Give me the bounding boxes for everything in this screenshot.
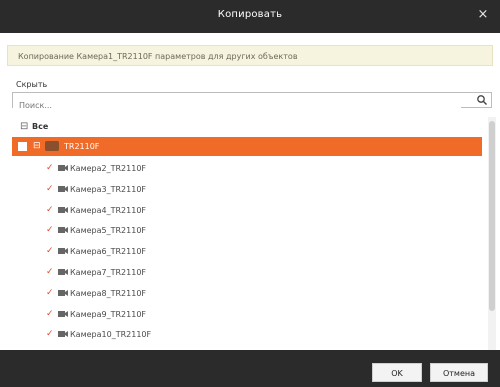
- scrollbar-thumb[interactable]: [489, 121, 495, 311]
- search-icon[interactable]: [476, 94, 488, 106]
- collapse-icon[interactable]: ⊟: [20, 117, 28, 136]
- camera-icon: [58, 331, 68, 338]
- search-input[interactable]: [13, 97, 461, 114]
- camera-checkbox[interactable]: ✓: [46, 268, 55, 277]
- camera-icon: [58, 206, 68, 213]
- camera-list-item[interactable]: ✓ Камера9_TR2110F: [12, 305, 482, 324]
- camera-list-item[interactable]: ✓ Камера4_TR2110F: [12, 201, 482, 220]
- camera-icon: [58, 289, 68, 296]
- camera-label: Камера8_TR2110F: [70, 288, 147, 298]
- camera-icon: [58, 185, 68, 192]
- camera-checkbox[interactable]: ✓: [46, 247, 55, 256]
- camera-checkbox[interactable]: ✓: [46, 330, 55, 339]
- camera-label: Камера3_TR2110F: [70, 184, 147, 194]
- camera-checkbox[interactable]: ✓: [46, 288, 55, 298]
- collapse-icon[interactable]: ⊟: [33, 137, 41, 156]
- tree-root-all[interactable]: ⊟ Все: [12, 117, 482, 136]
- camera-icon: [58, 310, 68, 317]
- close-icon[interactable]: ×: [474, 6, 492, 24]
- search-label: Скрыть: [16, 80, 48, 89]
- dialog-footer: OK Отмена: [0, 350, 500, 387]
- device-checkbox[interactable]: [18, 142, 27, 151]
- camera-checkbox[interactable]: ✓: [46, 184, 55, 194]
- dialog-title: Копировать: [217, 9, 283, 20]
- tree-scrollbar[interactable]: [488, 117, 496, 350]
- camera-list-item[interactable]: ✓ Камера6_TR2110F: [12, 242, 482, 261]
- camera-list-item[interactable]: ✓ Камера3_TR2110F: [12, 180, 482, 199]
- camera-icon: [58, 165, 68, 171]
- camera-icon: [58, 227, 68, 234]
- camera-checkbox[interactable]: ✓: [46, 205, 55, 215]
- tree-root-label: Все: [32, 122, 49, 131]
- camera-list-item[interactable]: ✓ Камера10_TR2110F: [12, 325, 482, 344]
- camera-label: Камера5_TR2110F: [70, 226, 147, 236]
- camera-label: Камера10_TR2110F: [70, 330, 152, 340]
- camera-icon: [58, 248, 68, 255]
- camera-list-item[interactable]: ✓ Камера7_TR2110F: [12, 263, 482, 282]
- camera-checkbox[interactable]: ✓: [46, 226, 55, 235]
- camera-checkbox[interactable]: ✓: [46, 164, 55, 173]
- camera-checkbox[interactable]: ✓: [46, 309, 55, 319]
- camera-list-item[interactable]: ✓ Камера8_TR2110F: [12, 284, 482, 303]
- camera-label: Камера7_TR2110F: [70, 268, 147, 277]
- camera-icon: [58, 269, 68, 275]
- device-icon: [45, 141, 59, 151]
- tree-device-row[interactable]: ⊟ TR2110F: [12, 137, 482, 156]
- search-box: [12, 92, 492, 114]
- camera-label: Камера6_TR2110F: [70, 247, 147, 257]
- camera-label: Камера4_TR2110F: [70, 205, 147, 215]
- cancel-button[interactable]: Отмена: [430, 363, 488, 382]
- dialog-titlebar: Копировать ×: [0, 0, 500, 33]
- camera-list-item[interactable]: ✓ Камера5_TR2110F: [12, 221, 482, 240]
- camera-label: Камера9_TR2110F: [70, 309, 147, 319]
- device-tree: ⊟ Все ⊟ TR2110F ✓ Камера2_TR2110F ✓ Камера3…: [12, 117, 488, 350]
- camera-list-item[interactable]: ✓ Камера2_TR2110F: [12, 159, 482, 178]
- ok-button[interactable]: OK: [372, 363, 422, 382]
- camera-label: Камера2_TR2110F: [70, 164, 147, 173]
- device-label: TR2110F: [64, 142, 100, 151]
- info-banner: Копирование Камера1_TR2110F параметров д…: [7, 45, 493, 66]
